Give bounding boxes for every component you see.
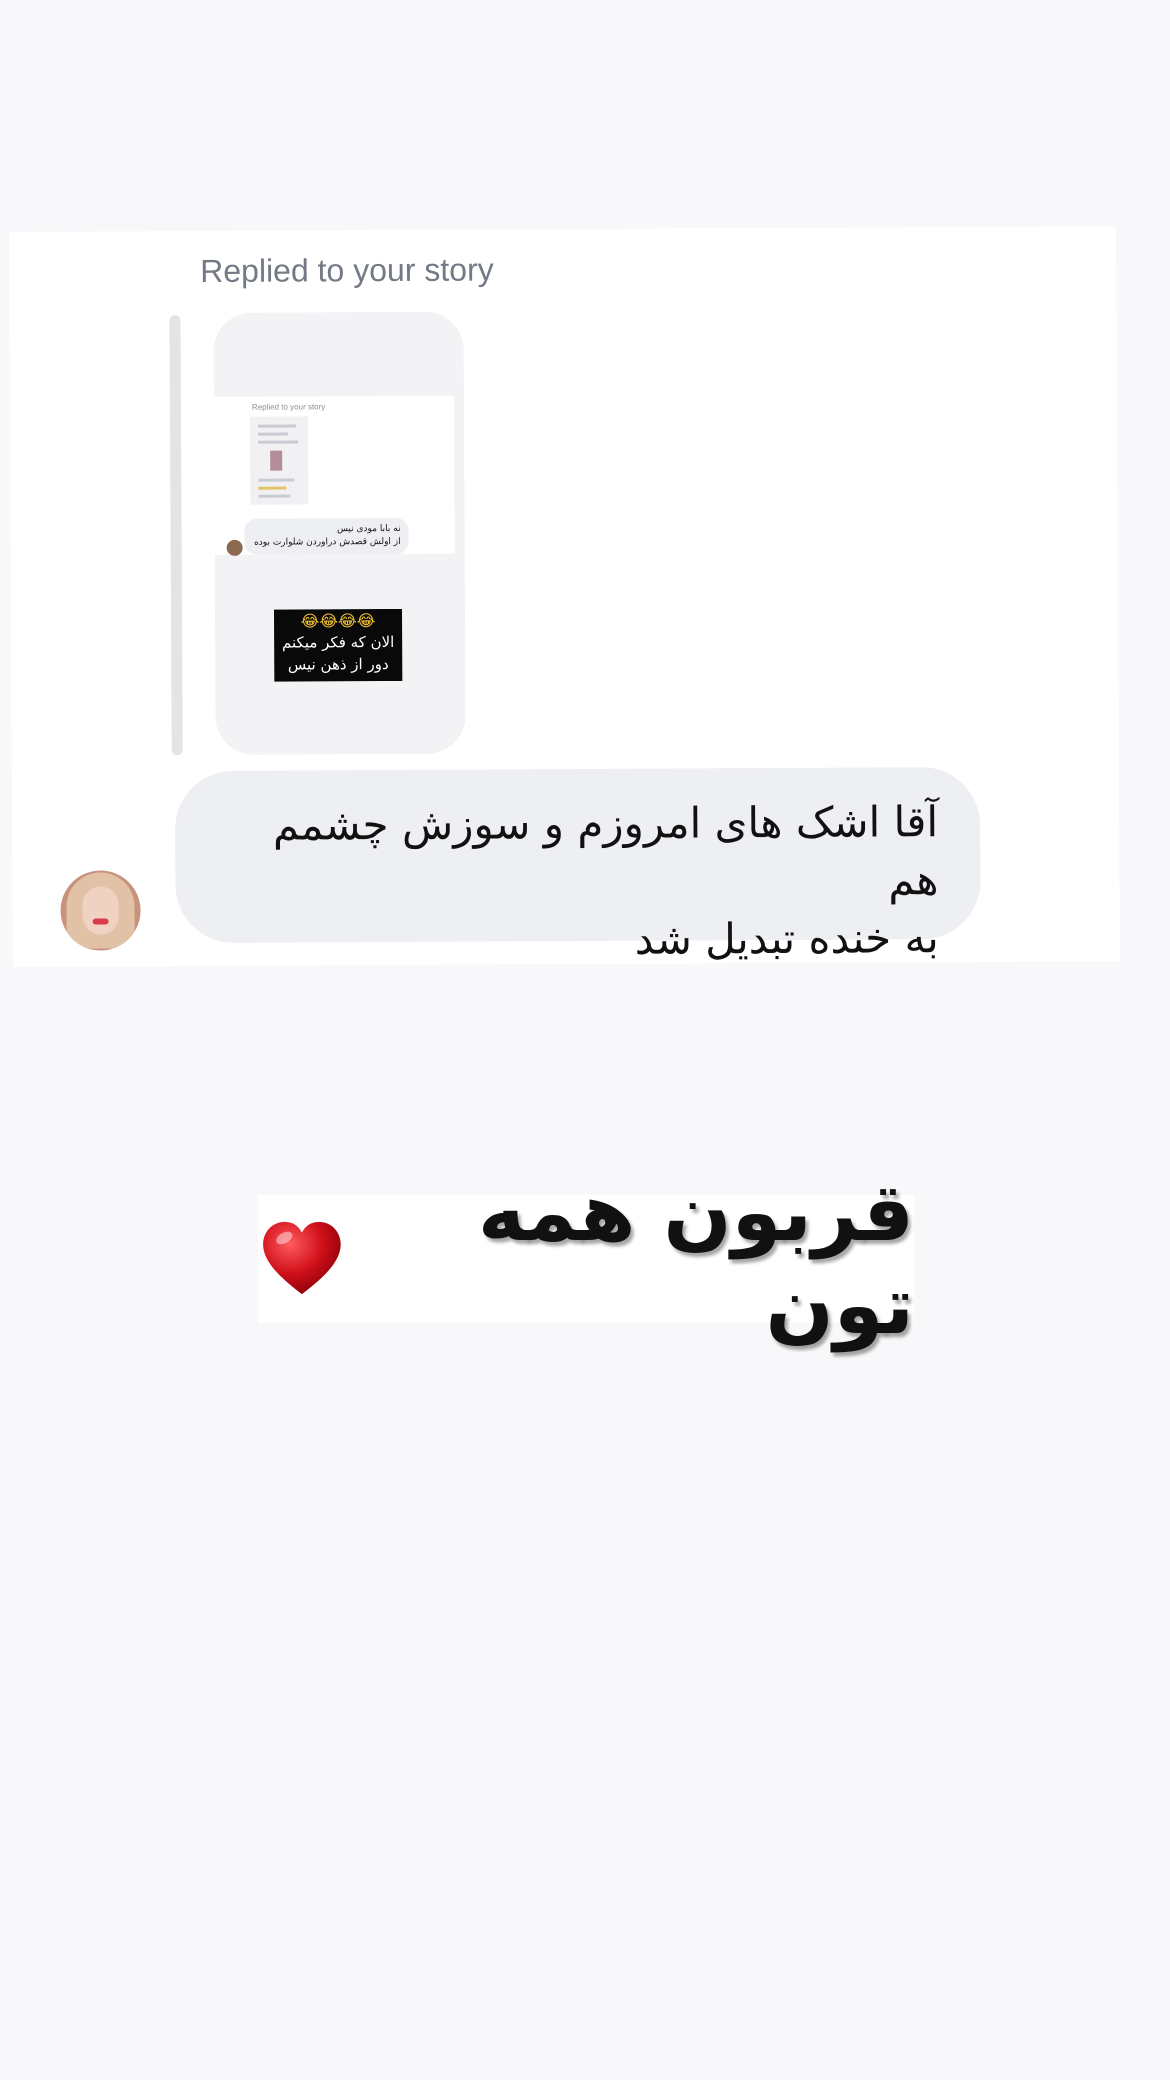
text-sticker: قربون همه تون: [258, 1166, 914, 1352]
mini-story-image: [249, 416, 309, 505]
laughing-emoji-row: 😂😂😂😂: [300, 611, 376, 631]
mini-message-line: از اولش قصدش دراوردن شلوارت بوده: [254, 536, 401, 548]
mini-replied-label: Replied to your story: [251, 402, 326, 412]
mini-text-line: [258, 486, 287, 490]
meme-caption-line: الان که فکر میکنم: [281, 632, 395, 652]
story-screenshot-preview: Replied to your story نه بابا مودی نیس ا…: [213, 395, 455, 556]
story-reply-card: Replied to your story Replied to your st…: [9, 226, 1120, 967]
meme-caption-line: دور از ذهن نیس: [287, 655, 389, 674]
avatar-face: [82, 886, 119, 935]
replied-to-story-label: Replied to your story: [200, 251, 494, 289]
mini-text-line: [258, 494, 291, 498]
sticker-text: قربون همه تون: [477, 1166, 914, 1352]
red-heart-icon: [263, 1221, 341, 1295]
message-bubble[interactable]: آقا اشک های امروزم و سوزش چشمم هم به خند…: [174, 766, 981, 964]
meme-caption-box: 😂😂😂😂 الان که فکر میکنم دور از ذهن نیس: [273, 608, 403, 682]
avatar-lips: [92, 918, 109, 925]
message-line: به خنده تبدیل شد: [634, 913, 939, 964]
mini-text-line: [258, 432, 289, 436]
story-thumbnail[interactable]: Replied to your story نه بابا مودی نیس ا…: [213, 311, 466, 755]
mini-text-line: [258, 478, 295, 482]
mini-text-line: [258, 440, 299, 444]
sender-avatar[interactable]: [60, 870, 141, 951]
mini-message-line: نه بابا مودی نیس: [336, 523, 401, 535]
mini-message-bubble: نه بابا مودی نیس از اولش قصدش دراوردن شل…: [244, 517, 409, 555]
mini-photo: [270, 450, 283, 471]
mini-text-line: [258, 424, 297, 428]
message-line: آقا اشک های امروزم و سوزش چشمم هم: [272, 797, 939, 905]
mini-avatar: [226, 539, 243, 556]
reply-quote-bar: [169, 315, 183, 756]
